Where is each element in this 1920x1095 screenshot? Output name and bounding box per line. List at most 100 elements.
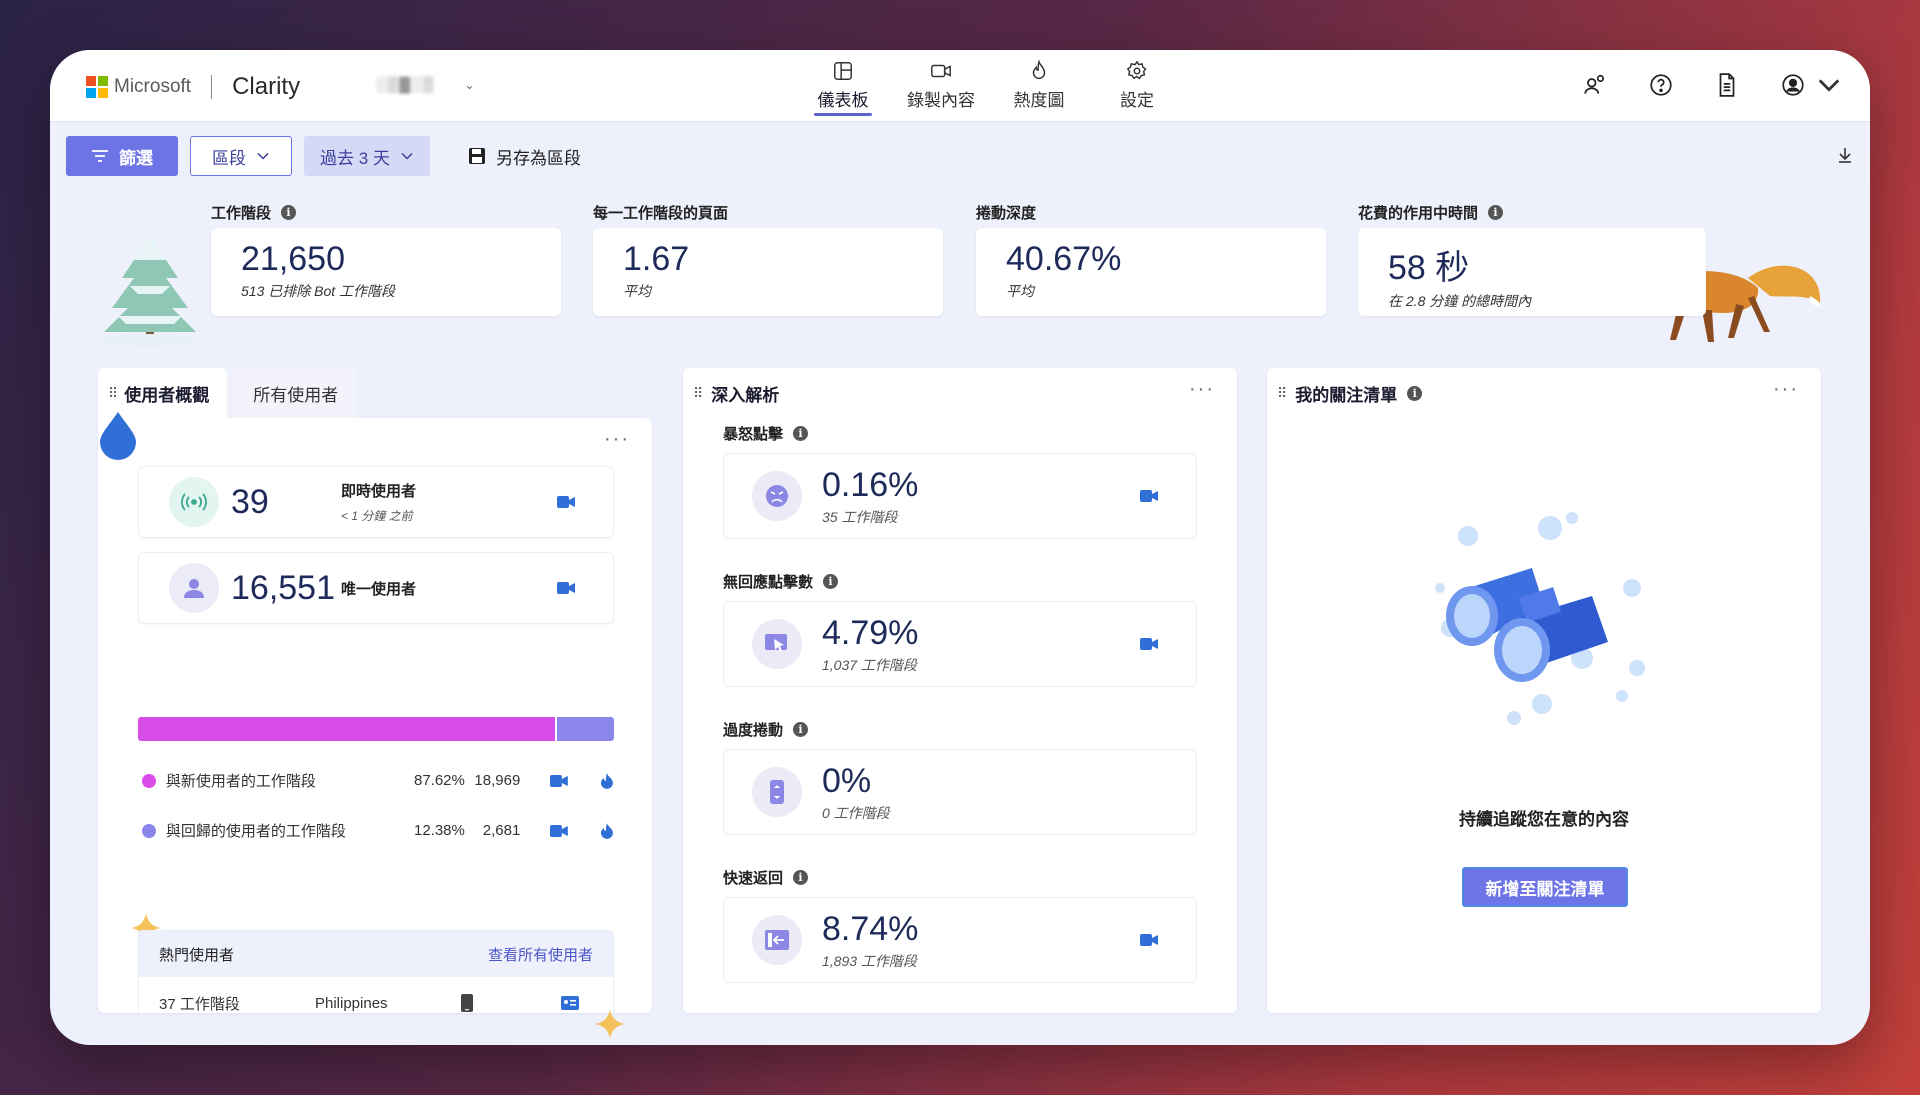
help-icon[interactable] [1648,72,1674,98]
metric-label-text: 過度捲動 [723,722,784,739]
drag-handle-icon[interactable]: ⠿ [693,385,703,402]
tab-heatmaps[interactable]: 熱度圖 [1001,56,1077,116]
video-camera-icon[interactable] [1140,489,1158,503]
legend-dot-returning [142,823,156,838]
kpi-card[interactable]: 58 秒 在 2.8 分鐘 的總時間內 [1358,228,1706,316]
water-drop-icon [100,412,136,460]
top-user-sessions: 37 工作階段 [159,995,240,1013]
heatmap-flame-icon[interactable] [600,772,614,790]
tab-recordings[interactable]: 錄製內容 [903,56,979,116]
returning-users-bar-segment[interactable] [557,717,614,741]
metric-label-text: 快速返回 [723,870,784,887]
kpi-label-text: 捲動深度 [976,204,1037,222]
quick-backs-card[interactable]: 8.74% 1,893 工作階段 [723,897,1197,983]
video-camera-icon[interactable] [1140,933,1158,947]
panel-title: 我的關注清單 [1295,385,1398,405]
metric-sub: 35 工作階段 [822,508,898,525]
dead-clicks-card[interactable]: 4.79% 1,037 工作階段 [723,601,1197,687]
watchlist-panel: ⠿ 我的關注清單 i ··· 持續追蹤您在意的內容 新增至關注清單 [1267,368,1821,1013]
microsoft-logo-icon [86,76,108,98]
more-options-icon[interactable]: ··· [1189,378,1215,401]
kpi-card[interactable]: 21,650 513 已排除 Bot 工作階段 [211,228,561,316]
new-users-bar-segment[interactable] [138,717,556,741]
info-icon[interactable]: i [1488,204,1504,220]
more-options-icon[interactable]: ··· [604,428,630,451]
tab-settings[interactable]: 設定 [1099,56,1175,116]
kpi-value: 21,650 [241,240,345,278]
live-users-card[interactable]: 39 即時使用者 < 1 分鐘 之前 [138,466,614,538]
tab-dashboard[interactable]: 儀表板 [805,56,881,116]
segment-dropdown[interactable]: 區段 [190,136,292,176]
video-camera-icon[interactable] [557,581,575,595]
quick-back-icon [752,915,802,965]
unique-users-card[interactable]: 16,551 唯一使用者 [138,552,614,624]
document-icon[interactable] [1714,72,1740,98]
watchlist-message: 持續追蹤您在意的內容 [1459,810,1629,829]
date-range-dropdown[interactable]: 過去 3 天 [304,136,430,176]
share-users-icon[interactable] [1582,72,1608,98]
dead-click-icon [752,619,802,669]
save-as-segment-button[interactable]: 另存為區段 [468,136,581,176]
kpi-label: 捲動深度 [976,202,1326,222]
legend-pct: 12.38% [413,822,465,839]
drag-handle-icon[interactable]: ⠿ [1277,385,1287,402]
top-nav: Microsoft Clarity ░▒▓░▒ ⌄ 儀表板 錄製內容 熱度圖 設… [50,50,1870,122]
metric-text: 0% 0 工作階段 [822,762,890,823]
save-icon [469,148,485,164]
top-users-table: 熱門使用者 查看所有使用者 37 工作階段 Philippines [138,930,614,1028]
kpi-label-text: 每一工作階段的頁面 [593,204,729,222]
info-icon[interactable]: i [281,204,297,220]
kpi-card[interactable]: 1.67 平均 [593,228,943,316]
project-selector[interactable]: ░▒▓░▒ ⌄ [376,76,475,93]
drag-handle-icon[interactable]: ⠿ [108,385,118,402]
add-to-watchlist-button[interactable]: 新增至關注清單 [1462,867,1628,907]
brand[interactable]: Microsoft Clarity [86,72,300,102]
excessive-scroll-card[interactable]: 0% 0 工作階段 [723,749,1197,835]
info-icon[interactable]: i [793,722,809,737]
kpi-scroll-depth: 捲動深度 40.67% 平均 [976,202,1326,316]
brand-company: Microsoft [114,76,192,97]
legend-new-users: 與新使用者的工作階段 87.62% 18,969 [138,770,614,791]
video-camera-icon[interactable] [550,824,569,838]
live-users-sub: < 1 分鐘 之前 [341,509,413,523]
live-users-labels: 即時使用者 < 1 分鐘 之前 [341,480,416,524]
tab-label: 使用者概觀 [124,385,210,405]
kpi-sessions: 工作階段 i 21,650 513 已排除 Bot 工作階段 [211,202,561,316]
main-tabs: 儀表板 錄製內容 熱度圖 設定 [805,56,1175,116]
insights-header: ⠿ 深入解析 [683,368,1237,418]
chevron-down-icon [1818,79,1840,92]
user-card-icon[interactable] [561,996,579,1010]
date-range-label: 過去 3 天 [320,148,390,168]
view-all-users-link[interactable]: 查看所有使用者 [488,944,593,965]
tab-label: 錄製內容 [907,91,975,110]
top-user-country: Philippines [315,994,388,1012]
snowy-tree-illustration [100,236,200,346]
video-camera-icon[interactable] [557,495,575,509]
heatmaps-icon [1032,60,1046,79]
segment-label: 區段 [212,148,246,168]
download-icon[interactable] [1836,146,1854,164]
video-camera-icon[interactable] [550,774,569,788]
legend-pct: 87.62% [413,772,465,789]
account-menu[interactable] [1780,72,1842,98]
table-row[interactable]: 37 工作階段 Philippines [139,977,613,1027]
tab-label: 熱度圖 [1013,91,1065,110]
info-icon[interactable]: i [1407,385,1423,401]
tab-all-users[interactable]: 所有使用者 [233,368,357,418]
mobile-device-icon [461,994,473,1012]
metric-value: 0% [822,761,872,800]
info-icon[interactable]: i [793,870,809,885]
heatmap-flame-icon[interactable] [600,822,614,840]
more-options-icon[interactable]: ··· [1773,378,1799,401]
chevron-down-icon [401,152,413,160]
info-icon[interactable]: i [793,426,809,441]
filter-button[interactable]: 篩選 [66,136,178,176]
kpi-card[interactable]: 40.67% 平均 [976,228,1326,316]
info-icon[interactable]: i [823,574,839,589]
recordings-icon [931,64,951,78]
save-as-segment-label: 另存為區段 [496,148,581,168]
user-icon [169,563,219,613]
rage-clicks-card[interactable]: 0.16% 35 工作階段 [723,453,1197,539]
kpi-label: 每一工作階段的頁面 [593,202,943,222]
video-camera-icon[interactable] [1140,637,1158,651]
